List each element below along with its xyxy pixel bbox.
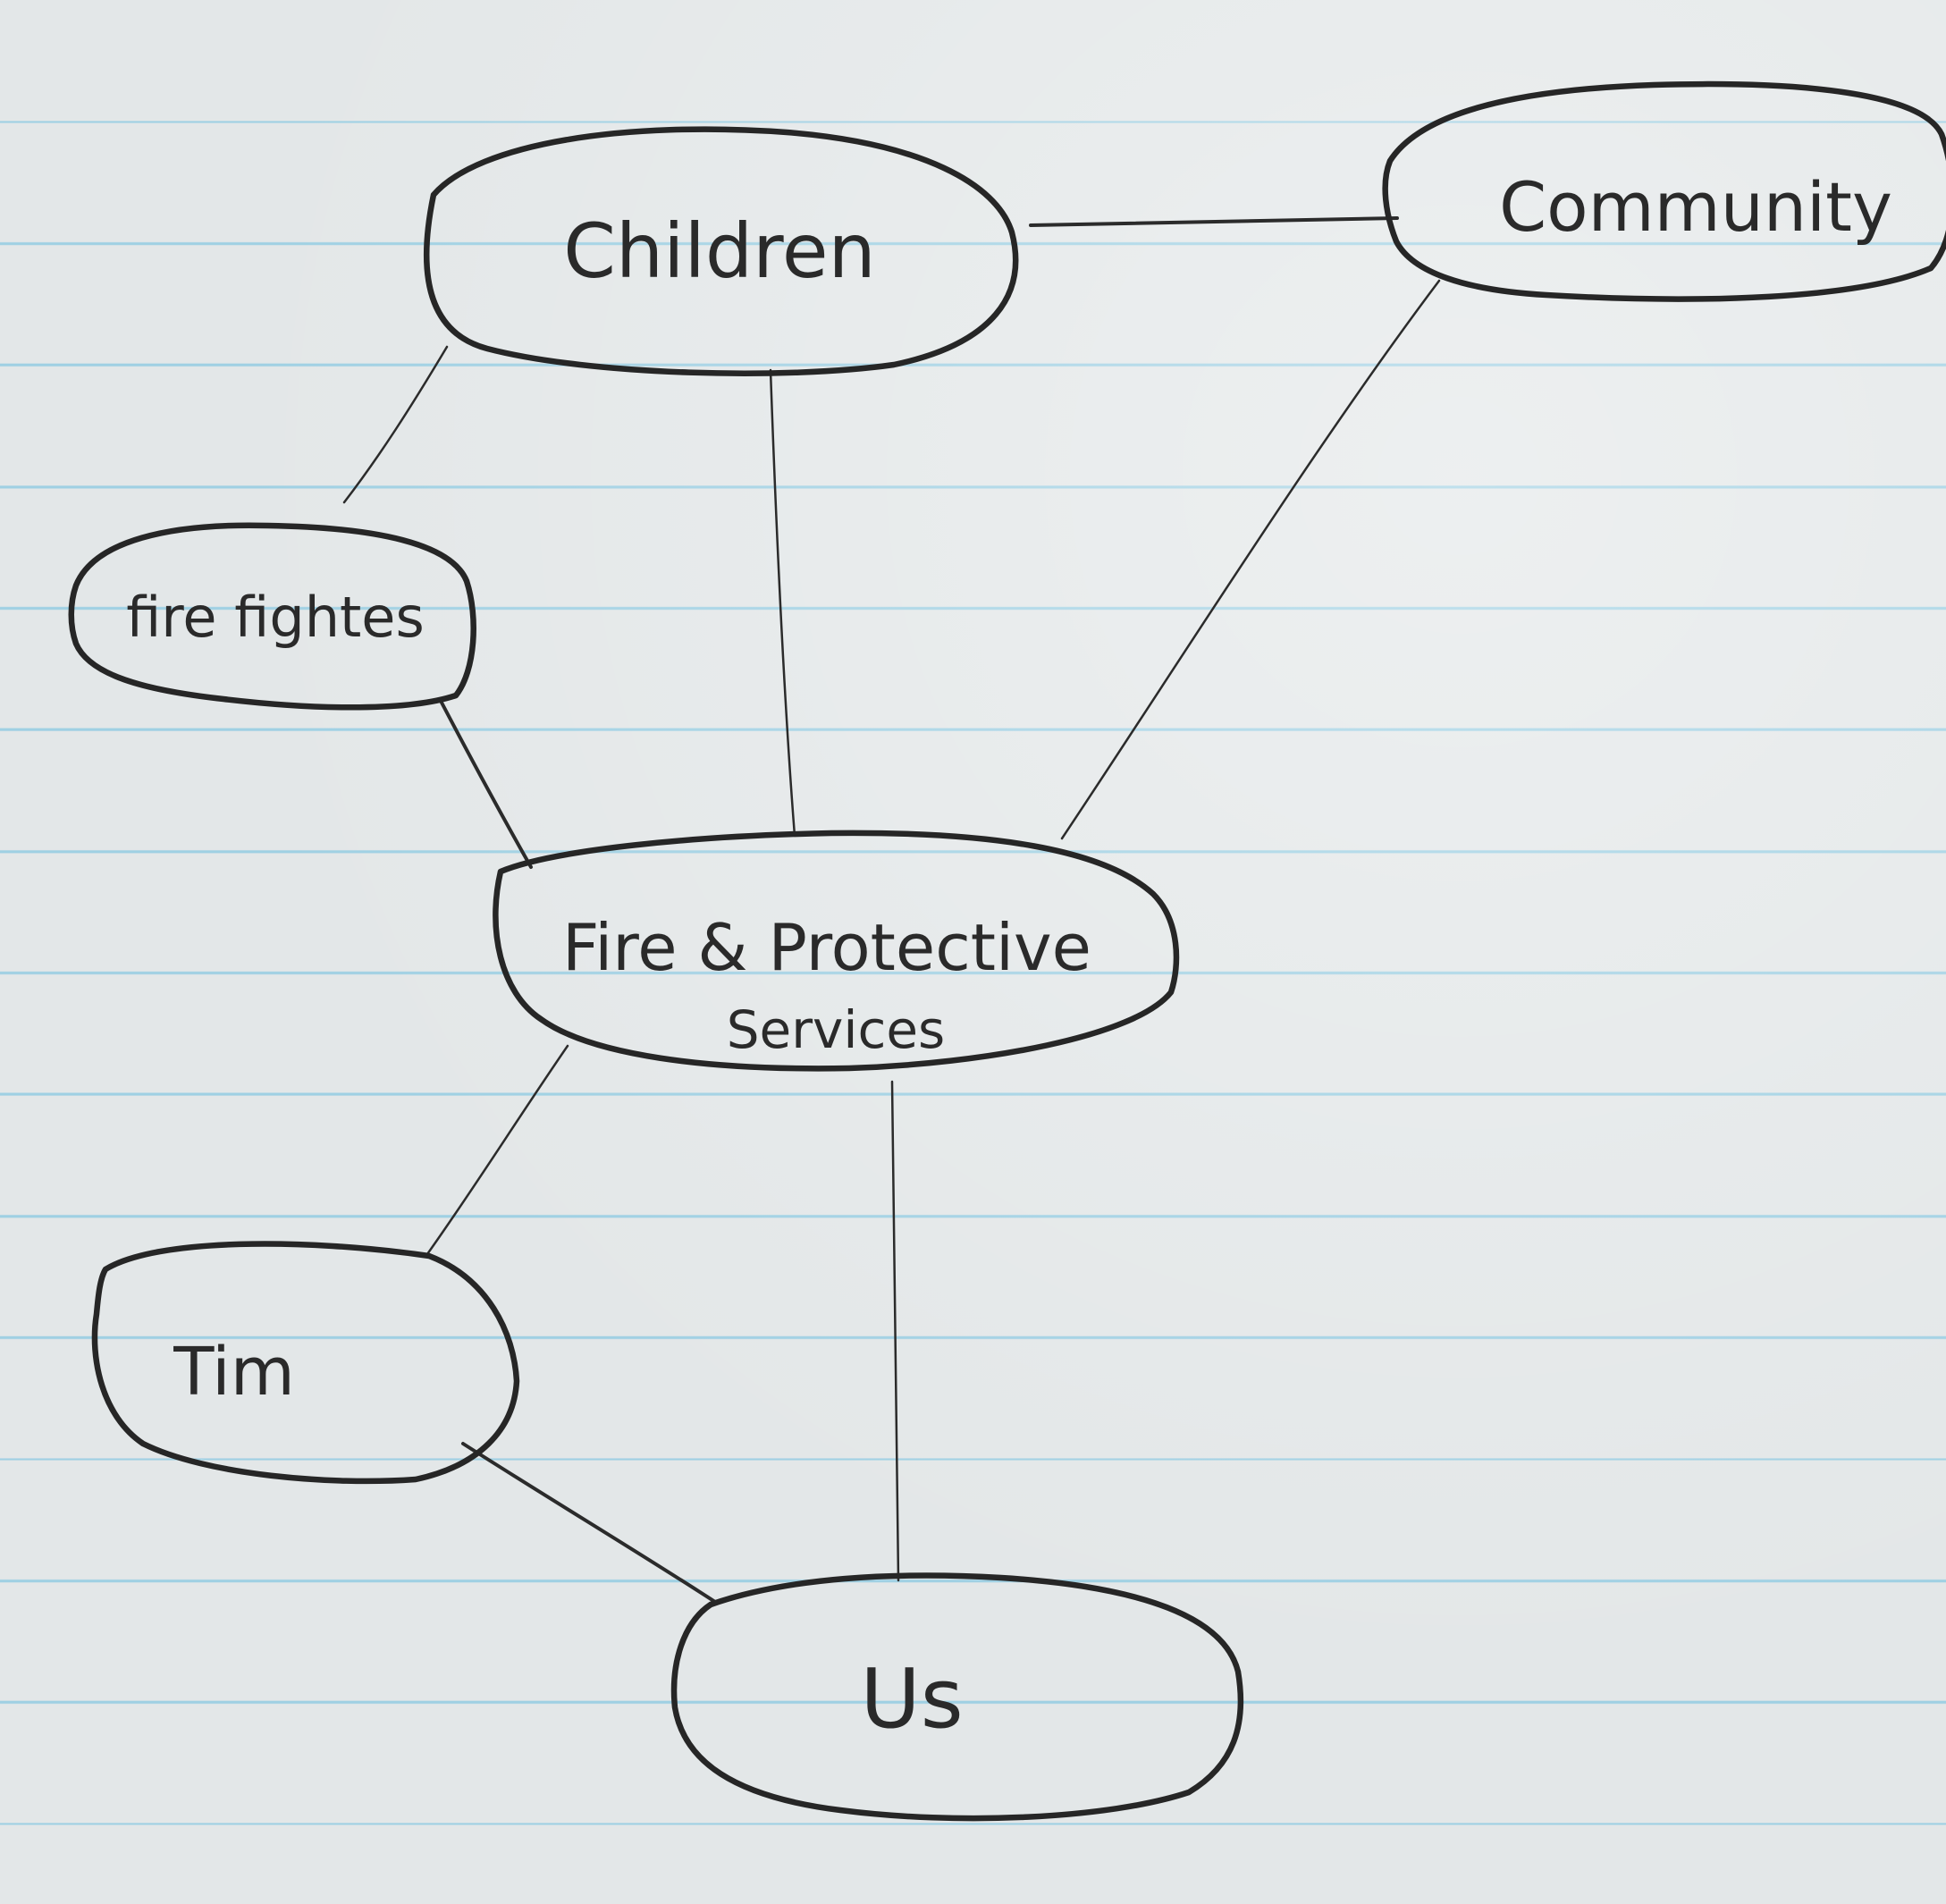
- node-label: Community: [1499, 167, 1892, 247]
- node-us: Us: [670, 1572, 1244, 1822]
- node-label: Tim: [173, 1334, 295, 1411]
- node-tim: Tim: [91, 1241, 520, 1485]
- node-label: Children: [563, 207, 876, 295]
- node-label: fire fightes: [126, 585, 425, 650]
- edge-community-fire-protective: [1060, 279, 1441, 840]
- node-outline: [91, 1241, 520, 1485]
- node-firefighters: fire fightes: [68, 522, 476, 711]
- node-label: Us: [860, 1651, 963, 1747]
- edge-tim-us: [461, 1442, 717, 1604]
- node-label-line-2: Services: [727, 999, 946, 1060]
- edge-children-fire-protective: [769, 368, 796, 838]
- edge-fire-protective-us: [890, 1080, 900, 1582]
- edge-children-community: [1029, 216, 1399, 227]
- node-label: Fire & Protective: [562, 910, 1091, 985]
- node-children: Children: [423, 126, 1019, 376]
- edge-children-firefighters: [342, 345, 449, 504]
- concept-map: Children Community fire fightes Fire & P…: [68, 80, 1946, 1822]
- node-fire-protective: Fire & Protective Services: [493, 830, 1180, 1072]
- edge-firefighters-fire-protective: [439, 699, 533, 869]
- notebook-paper: Children Community fire fightes Fire & P…: [0, 0, 1946, 1904]
- node-community: Community: [1382, 80, 1946, 302]
- edge-fire-protective-tim: [425, 1044, 569, 1256]
